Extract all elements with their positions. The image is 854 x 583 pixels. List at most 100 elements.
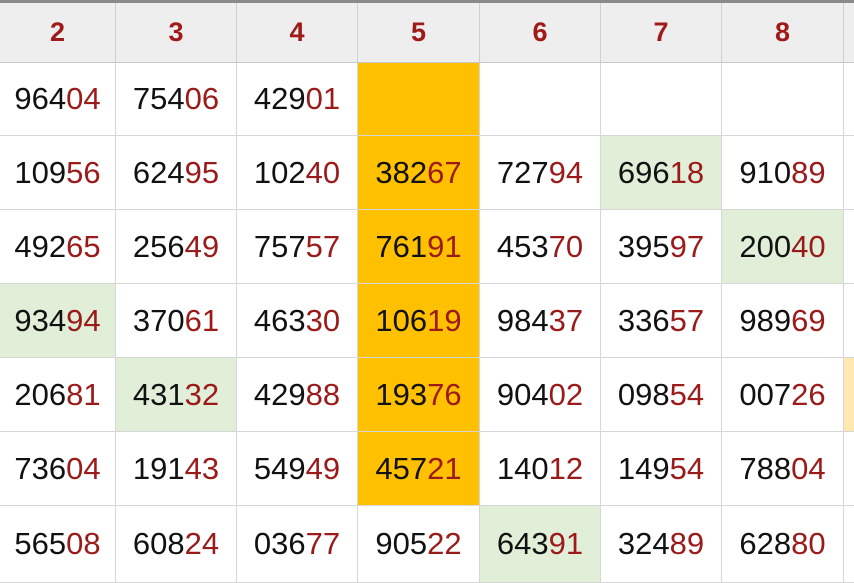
number-trailing-digits: 94 — [66, 302, 101, 338]
number-leading-digits: 193 — [375, 376, 428, 412]
number-leading-digits: 106 — [375, 302, 428, 338]
number-leading-digits: 628 — [739, 526, 792, 561]
number-trailing-digits: 49 — [184, 228, 220, 264]
number-leading-digits: 336 — [617, 302, 670, 338]
result-cell: 036 77 — [237, 506, 358, 583]
result-cell: 007 26 — [722, 358, 844, 432]
number-trailing-digits: 18 — [669, 154, 705, 190]
number-trailing-digits: 97 — [669, 228, 705, 264]
result-cell: 984 37 — [480, 284, 601, 358]
number-trailing-digits: 57 — [669, 302, 705, 338]
number-leading-digits: 905 — [375, 526, 428, 561]
number-trailing-digits: 69 — [791, 302, 826, 338]
number-trailing-digits: 91 — [427, 228, 462, 264]
number-trailing-digits: 37 — [548, 302, 584, 338]
result-cell: 565 08 — [0, 506, 116, 583]
result-cell: 643 91 — [480, 506, 601, 583]
result-cell: 149 54 — [601, 432, 722, 506]
number-trailing-digits: 89 — [669, 526, 705, 561]
number-trailing-digits: 77 — [305, 526, 341, 561]
number-leading-digits: 984 — [496, 302, 549, 338]
number-leading-digits: 549 — [253, 450, 306, 486]
number-leading-digits: 370 — [132, 302, 185, 338]
number-trailing-digits: 70 — [548, 228, 584, 264]
number-trailing-digits: 40 — [791, 228, 826, 264]
result-cell: 191 43 — [116, 432, 237, 506]
result-cell: 200 40 — [722, 210, 844, 284]
result-cell — [358, 63, 480, 136]
number-trailing-digits: 89 — [791, 154, 826, 190]
result-cell: 370 61 — [116, 284, 237, 358]
number-leading-digits: 492 — [14, 228, 67, 264]
result-cell — [480, 63, 601, 136]
result-cell: 788 04 — [722, 432, 844, 506]
number-trailing-digits: 04 — [791, 450, 826, 486]
result-cell — [844, 432, 854, 506]
number-leading-digits: 457 — [375, 450, 428, 486]
result-cell: 934 94 — [0, 284, 116, 358]
number-trailing-digits: 04 — [66, 81, 101, 116]
column-header: 7 — [601, 3, 722, 63]
number-leading-digits: 036 — [253, 526, 306, 561]
column-header: 4 — [237, 3, 358, 63]
number-leading-digits: 200 — [739, 228, 792, 264]
number-leading-digits: 643 — [496, 526, 549, 561]
number-trailing-digits: 12 — [548, 450, 584, 486]
result-cell: 910 89 — [722, 136, 844, 210]
result-cell: 736 04 — [0, 432, 116, 506]
result-cell: 905 22 — [358, 506, 480, 583]
number-leading-digits: 934 — [14, 302, 67, 338]
number-trailing-digits: 02 — [548, 376, 584, 412]
number-leading-digits: 324 — [617, 526, 670, 561]
result-cell: 964 04 — [0, 63, 116, 136]
result-cell: 989 69 — [722, 284, 844, 358]
number-leading-digits: 624 — [132, 154, 185, 190]
number-leading-digits: 989 — [739, 302, 792, 338]
number-leading-digits: 191 — [132, 450, 185, 486]
number-trailing-digits: 91 — [548, 526, 584, 561]
number-leading-digits: 964 — [14, 81, 67, 116]
number-trailing-digits: 94 — [548, 154, 584, 190]
number-trailing-digits: 56 — [66, 154, 101, 190]
number-leading-digits: 256 — [132, 228, 185, 264]
number-leading-digits: 429 — [253, 376, 306, 412]
result-cell: 395 97 — [601, 210, 722, 284]
column-header: 6 — [480, 3, 601, 63]
result-cell: 109 56 — [0, 136, 116, 210]
number-leading-digits: 608 — [132, 526, 185, 561]
result-cell: 608 24 — [116, 506, 237, 583]
result-cell: 628 80 — [722, 506, 844, 583]
number-leading-digits: 102 — [253, 154, 306, 190]
result-cell: 324 89 — [601, 506, 722, 583]
result-cell: 696 18 — [601, 136, 722, 210]
number-trailing-digits: 81 — [66, 376, 101, 412]
result-cell: 429 88 — [237, 358, 358, 432]
number-trailing-digits: 57 — [305, 228, 341, 264]
number-leading-digits: 696 — [617, 154, 670, 190]
result-cell: 453 70 — [480, 210, 601, 284]
number-leading-digits: 382 — [375, 154, 428, 190]
number-leading-digits: 140 — [496, 450, 549, 486]
number-trailing-digits: 40 — [305, 154, 341, 190]
number-leading-digits: 206 — [14, 376, 67, 412]
number-trailing-digits: 08 — [66, 526, 101, 561]
result-cell: 624 95 — [116, 136, 237, 210]
result-cell: 336 57 — [601, 284, 722, 358]
number-trailing-digits: 01 — [305, 81, 341, 116]
number-trailing-digits: 49 — [305, 450, 341, 486]
number-trailing-digits: 61 — [184, 302, 220, 338]
result-cell — [844, 506, 854, 583]
number-leading-digits: 736 — [14, 450, 67, 486]
result-cell — [844, 210, 854, 284]
number-trailing-digits: 06 — [184, 81, 220, 116]
result-cell: 431 32 — [116, 358, 237, 432]
result-cell: 754 06 — [116, 63, 237, 136]
number-trailing-digits: 80 — [791, 526, 826, 561]
result-cell: 549 49 — [237, 432, 358, 506]
number-leading-digits: 431 — [132, 376, 185, 412]
number-trailing-digits: 65 — [66, 228, 101, 264]
result-cell — [844, 136, 854, 210]
result-cell: 904 02 — [480, 358, 601, 432]
result-cell: 256 49 — [116, 210, 237, 284]
number-leading-digits: 727 — [496, 154, 549, 190]
